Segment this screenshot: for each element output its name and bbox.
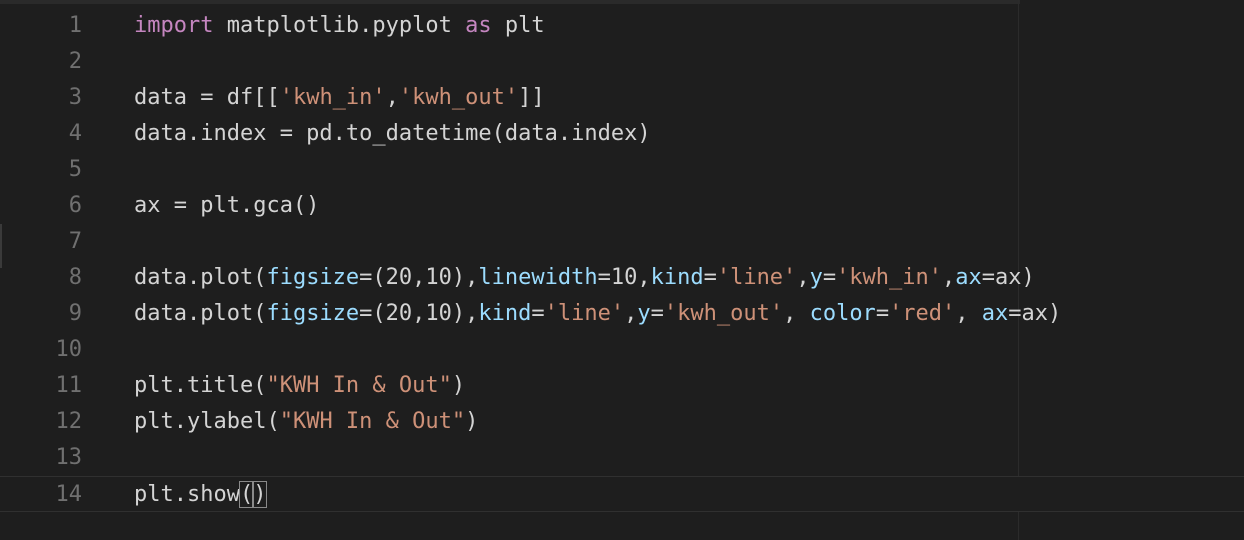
code-line[interactable]: 7	[0, 224, 1244, 260]
line-number: 5	[68, 157, 82, 182]
code-token: =	[875, 301, 890, 326]
line-number: 4	[68, 121, 82, 146]
code-token: y	[809, 265, 823, 290]
line-number: 1	[68, 13, 82, 38]
code-token: 'line'	[716, 265, 797, 290]
code-token: )	[465, 409, 479, 434]
code-line[interactable]: 6 ax = plt.gca()	[0, 188, 1244, 224]
code-token: )	[451, 373, 466, 398]
code-token: 'kwh_out'	[398, 85, 519, 110]
code-token: =(20,10),	[359, 265, 479, 290]
code-token: kind	[478, 301, 532, 326]
code-token: =10,	[597, 265, 651, 290]
code-token: ,	[783, 301, 810, 326]
code-token: data = df[[	[134, 85, 280, 110]
code-token: figsize	[266, 301, 360, 326]
editor-top-border	[0, 0, 1020, 4]
code-token: matplotlib.pyplot	[213, 13, 466, 38]
code-token: ,	[796, 265, 810, 290]
code-token: as	[465, 13, 492, 38]
code-token: =	[650, 301, 664, 326]
code-token: data.plot(	[134, 265, 267, 290]
code-token: ]]	[518, 85, 545, 110]
code-editor[interactable]: 1 import matplotlib.pyplot as plt 2 3 data =…	[0, 0, 1244, 540]
code-token: "KWH In & Out"	[266, 373, 452, 398]
code-text[interactable]: data = df[['kwh_in','kwh_out']]	[134, 80, 545, 116]
code-token: (	[238, 481, 255, 508]
code-token: =ax)	[1008, 301, 1062, 326]
code-token: ,	[942, 265, 956, 290]
line-number: 6	[68, 193, 82, 218]
code-token: ,	[624, 301, 638, 326]
code-token: =	[822, 265, 837, 290]
code-token: =(20,10),	[359, 301, 479, 326]
code-line[interactable]: 5	[0, 152, 1244, 188]
code-token: ax = plt.gca()	[134, 193, 320, 218]
code-token: 'kwh_out'	[663, 301, 784, 326]
line-number: 10	[55, 337, 83, 362]
code-token: kind	[650, 265, 704, 290]
line-number: 11	[55, 373, 83, 398]
code-token: 'kwh_in'	[836, 265, 943, 290]
code-token: ax	[955, 265, 982, 290]
code-token: =	[703, 265, 717, 290]
code-text[interactable]: plt.show()	[134, 477, 268, 513]
line-number: 9	[68, 301, 82, 326]
code-token: data.index = pd.to_datetime(data.index)	[134, 121, 651, 146]
code-text[interactable]: plt.ylabel("KWH In & Out")	[134, 404, 478, 440]
code-token: 'red'	[889, 301, 956, 326]
code-line[interactable]: 2	[0, 44, 1244, 80]
code-line[interactable]: 10	[0, 332, 1244, 368]
code-line[interactable]: 14 plt.show()	[0, 476, 1244, 512]
code-token: plt	[491, 13, 545, 38]
code-text[interactable]: plt.title("KWH In & Out")	[134, 368, 465, 404]
code-token: ax	[981, 301, 1009, 326]
code-token: ,	[955, 301, 982, 326]
code-token: ,	[385, 85, 399, 110]
code-token: import	[134, 13, 214, 38]
code-token: 'line'	[544, 301, 625, 326]
code-line[interactable]: 11 plt.title("KWH In & Out")	[0, 368, 1244, 404]
code-line[interactable]: 9 data.plot(figsize=(20,10),kind='line',y…	[0, 296, 1244, 332]
line-number: 3	[68, 85, 82, 110]
code-token: plt.title(	[134, 373, 267, 398]
line-number: 2	[68, 49, 82, 74]
code-token: linewidth	[478, 265, 598, 290]
code-token: "KWH In & Out"	[279, 409, 466, 434]
code-token: data.plot(	[134, 301, 267, 326]
line-number: 13	[55, 445, 83, 470]
code-text[interactable]: data.plot(figsize=(20,10),linewidth=10,k…	[134, 260, 1035, 296]
code-token: plt.ylabel(	[134, 409, 280, 434]
code-token: plt.show	[134, 482, 240, 507]
code-token: )	[252, 481, 268, 508]
code-text[interactable]: ax = plt.gca()	[134, 188, 319, 224]
code-token: 'kwh_in'	[279, 85, 386, 110]
code-token: color	[809, 301, 876, 326]
code-token: y	[637, 301, 651, 326]
code-token: =	[531, 301, 545, 326]
code-text[interactable]: data.index = pd.to_datetime(data.index)	[134, 116, 651, 152]
code-line[interactable]: 8 data.plot(figsize=(20,10),linewidth=10,…	[0, 260, 1244, 296]
code-line[interactable]: 13	[0, 440, 1244, 476]
code-line[interactable]: 4 data.index = pd.to_datetime(data.index)	[0, 116, 1244, 152]
line-number: 8	[68, 265, 82, 290]
code-line[interactable]: 3 data = df[['kwh_in','kwh_out']]	[0, 80, 1244, 116]
code-line[interactable]: 1 import matplotlib.pyplot as plt	[0, 8, 1244, 44]
code-token: figsize	[266, 265, 360, 290]
code-text[interactable]: data.plot(figsize=(20,10),kind='line',y=…	[134, 296, 1061, 332]
line-number: 12	[55, 409, 83, 434]
code-token: =ax)	[981, 265, 1035, 290]
line-number: 7	[68, 229, 82, 254]
code-text[interactable]: import matplotlib.pyplot as plt	[134, 8, 545, 44]
code-line[interactable]: 12 plt.ylabel("KWH In & Out")	[0, 404, 1244, 440]
line-number: 14	[55, 482, 83, 507]
